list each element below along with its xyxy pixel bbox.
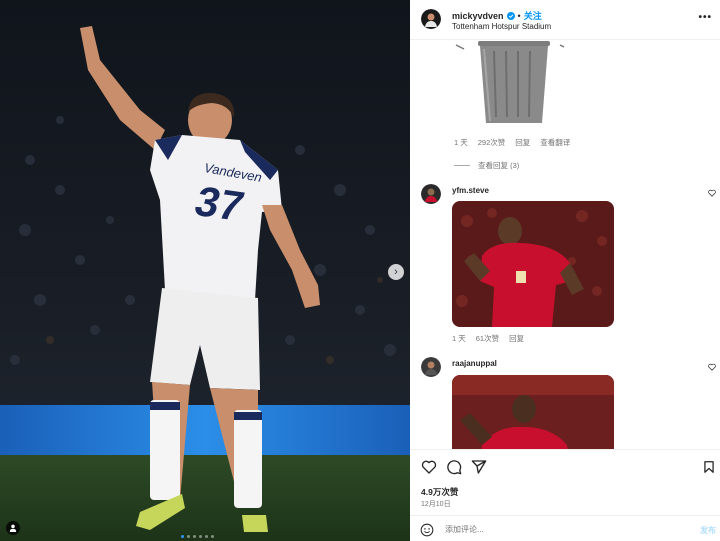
comment-input[interactable] — [445, 522, 675, 536]
author-line: mickyvdven • 关注 — [452, 9, 542, 22]
send-icon[interactable] — [471, 459, 487, 475]
person-icon — [9, 524, 17, 532]
post-detail-panel: mickyvdven • 关注 Tottenham Hotspur Stadiu… — [410, 0, 720, 541]
like-count[interactable]: 4.9万次赞 — [421, 486, 458, 498]
carousel-dot[interactable] — [211, 535, 214, 538]
verified-badge-icon — [506, 11, 515, 20]
commenter-username[interactable]: yfm.steve — [452, 186, 489, 195]
comment-time: 1 天 — [454, 138, 468, 147]
carousel-dots — [181, 535, 214, 538]
author-username[interactable]: mickyvdven — [452, 11, 504, 21]
carousel-dot[interactable] — [193, 535, 196, 538]
smiley-icon[interactable] — [420, 523, 434, 537]
commenter-avatar[interactable] — [421, 357, 441, 377]
comment-gif[interactable] — [454, 41, 574, 127]
post-header: mickyvdven • 关注 Tottenham Hotspur Stadiu… — [410, 0, 720, 40]
tagged-users-button[interactable] — [6, 521, 20, 535]
next-slide-button[interactable]: › — [388, 264, 404, 280]
carousel-dot[interactable] — [199, 535, 202, 538]
carousel-dot[interactable] — [205, 535, 208, 538]
comment-time: 1 天 — [452, 334, 466, 343]
post-comment-button[interactable]: 发布 — [700, 525, 716, 536]
comment-gif[interactable] — [452, 201, 614, 327]
like-comment-heart-icon[interactable] — [708, 189, 716, 197]
comment-likes[interactable]: 292次赞 — [478, 137, 506, 148]
post-date: 12月10日 — [421, 501, 451, 508]
commenter-avatar[interactable] — [421, 184, 441, 204]
view-replies-button[interactable]: 查看回复 (3) — [454, 160, 519, 171]
reply-button[interactable]: 回复 — [509, 333, 524, 344]
author-avatar[interactable] — [421, 9, 441, 29]
comment-meta: 1 天 61次赞 回复 — [452, 333, 524, 344]
reply-button[interactable]: 回复 — [515, 137, 530, 148]
post-location[interactable]: Tottenham Hotspur Stadium — [452, 22, 551, 31]
avatar — [421, 9, 441, 29]
comments-list[interactable]: 1 天 292次赞 回复 查看翻译 查看回复 (3) yfm.steve 1 天… — [410, 41, 720, 449]
like-comment-heart-icon[interactable] — [708, 363, 716, 371]
liverpool-player-gif — [452, 375, 614, 449]
post-media[interactable]: Vandeven 37 › — [0, 0, 410, 541]
separator: • — [517, 10, 521, 21]
liverpool-player-gif — [452, 201, 614, 327]
commenter-username[interactable]: raajanuppal — [452, 359, 497, 368]
carousel-dot[interactable] — [187, 535, 190, 538]
player-photo — [0, 0, 410, 541]
follow-button[interactable]: 关注 — [524, 9, 542, 22]
comment-likes[interactable]: 61次赞 — [476, 333, 499, 344]
view-replies-label: 查看回复 (3) — [478, 161, 520, 170]
comment-gif[interactable] — [452, 375, 614, 449]
carousel-dot[interactable] — [181, 535, 184, 538]
comment-meta: 1 天 292次赞 回复 查看翻译 — [454, 137, 570, 148]
bookmark-icon[interactable] — [702, 460, 716, 474]
avatar — [421, 357, 441, 377]
avatar — [421, 184, 441, 204]
post-actions: 4.9万次赞 12月10日 — [410, 449, 720, 515]
more-options-button[interactable]: ••• — [698, 12, 712, 23]
translate-button[interactable]: 查看翻译 — [540, 137, 570, 148]
comment-icon[interactable] — [446, 459, 462, 475]
heart-icon[interactable] — [421, 459, 437, 475]
trash-can-icon — [455, 41, 565, 123]
add-comment-bar: 发布 — [410, 515, 720, 541]
replies-line — [454, 165, 470, 166]
chevron-right-icon: › — [394, 265, 398, 278]
